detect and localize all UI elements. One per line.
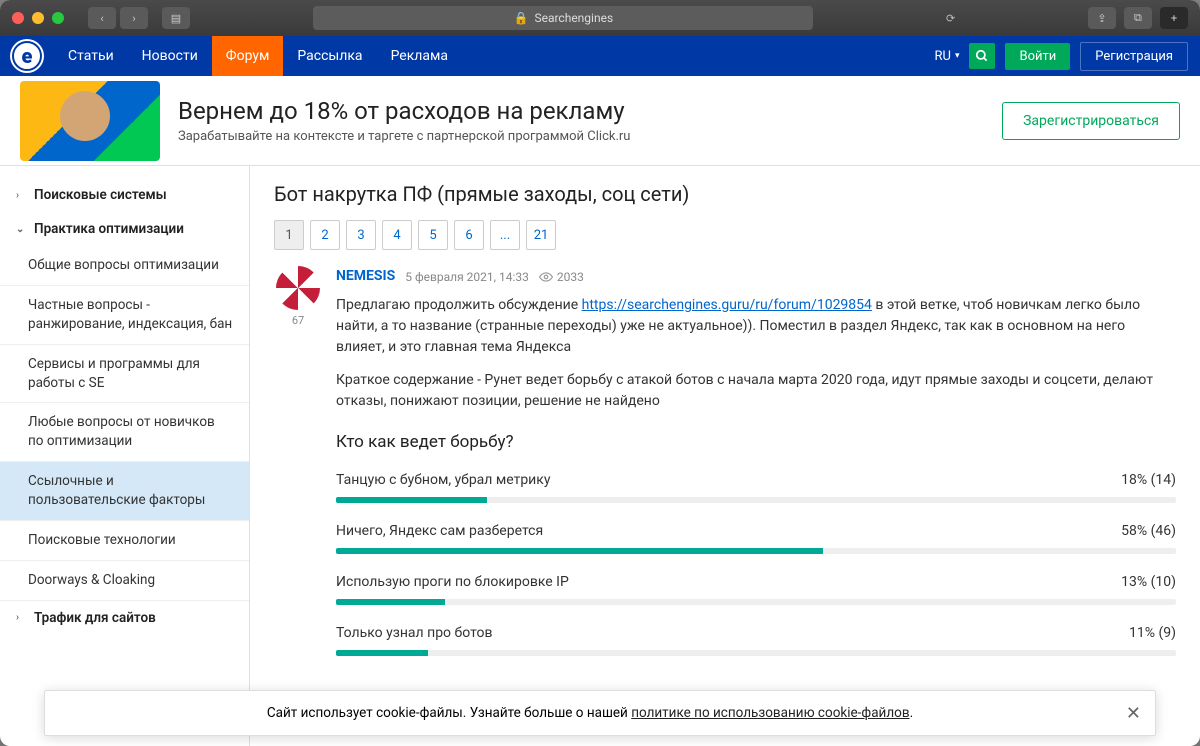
chevron-right-icon: ›	[16, 190, 26, 201]
poll-option-label: Ничего, Яндекс сам разберется	[336, 521, 543, 542]
promo-banner: Вернем до 18% от расходов на рекламу Зар…	[0, 76, 1200, 166]
poll-question: Кто как ведет борьбу?	[336, 430, 1176, 456]
address-text: Searchengines	[534, 11, 613, 25]
poll-option-label: Танцую с бубном, убрал метрику	[336, 470, 550, 491]
main-content: Бот накрутка ПФ (прямые заходы, соц сети…	[250, 166, 1200, 746]
page-2[interactable]: 2	[310, 220, 340, 250]
nav-новости[interactable]: Новости	[128, 36, 212, 76]
cookie-banner: Сайт использует cookie-файлы. Узнайте бо…	[44, 690, 1156, 736]
avatar-score: 67	[292, 314, 304, 327]
post-views: 2033	[539, 268, 584, 286]
nav-статьи[interactable]: Статьи	[54, 36, 128, 76]
sidebar-item[interactable]: Частные вопросы - ранжирование, индексац…	[0, 286, 249, 345]
post-paragraph: Предлагаю продолжить обсуждение https://…	[336, 295, 1176, 358]
maximize-window-icon[interactable]	[52, 12, 64, 24]
browser-titlebar: ‹ › ▤ 🔒 Searchengines ⟳ ⇪ ⧉ +	[0, 0, 1200, 36]
sidebar-item[interactable]: Doorways & Cloaking	[0, 561, 249, 601]
poll-option[interactable]: Танцую с бубном, убрал метрику 18% (14)	[336, 470, 1176, 503]
banner-subtitle: Зарабатывайте на контексте и таргете с п…	[178, 129, 630, 144]
search-button[interactable]	[969, 43, 995, 69]
post-link[interactable]: https://searchengines.guru/ru/forum/1029…	[582, 297, 872, 313]
sidebar-group[interactable]: ›Поисковые системы	[0, 178, 249, 212]
poll-option[interactable]: Использую проги по блокировке IP 13% (10)	[336, 572, 1176, 605]
sidebar-item[interactable]: Поисковые технологии	[0, 521, 249, 561]
banner-cta-button[interactable]: Зарегистрироваться	[1002, 102, 1180, 140]
sidebar-toggle-icon[interactable]: ▤	[162, 7, 190, 29]
tabs-icon[interactable]: ⧉	[1124, 7, 1152, 29]
page-1[interactable]: 1	[274, 220, 304, 250]
sidebar-group[interactable]: ›Трафик для сайтов	[0, 601, 249, 635]
page-21[interactable]: 21	[526, 220, 556, 250]
nav-реклама[interactable]: Реклама	[377, 36, 462, 76]
post-date: 5 февраля 2021, 14:33	[405, 268, 529, 286]
cookie-policy-link[interactable]: политике по использованию cookie-файлов	[631, 705, 909, 721]
sidebar-item[interactable]: Любые вопросы от новичков по оптимизации	[0, 403, 249, 462]
sidebar-item[interactable]: Ссылочные и пользовательские факторы	[0, 462, 249, 521]
chevron-down-icon: ⌄	[16, 224, 26, 235]
poll-option-label: Использую проги по блокировке IP	[336, 572, 569, 593]
thread-title: Бот накрутка ПФ (прямые заходы, соц сети…	[274, 182, 1176, 206]
language-selector[interactable]: RU ▾	[934, 49, 959, 64]
sidebar-item[interactable]: Общие вопросы оптимизации	[0, 246, 249, 286]
chevron-right-icon: ›	[16, 612, 26, 623]
back-button[interactable]: ‹	[88, 7, 116, 29]
poll-bar	[336, 599, 1176, 605]
poll-option[interactable]: Ничего, Яндекс сам разберется 58% (46)	[336, 521, 1176, 554]
login-button[interactable]: Войти	[1005, 43, 1070, 70]
banner-image	[20, 81, 160, 161]
page-6[interactable]: 6	[454, 220, 484, 250]
minimize-window-icon[interactable]	[32, 12, 44, 24]
window-controls	[12, 12, 64, 24]
close-window-icon[interactable]	[12, 12, 24, 24]
close-icon[interactable]: ✕	[1126, 703, 1141, 724]
banner-title: Вернем до 18% от расходов на рекламу	[178, 97, 630, 125]
nav-рассылка[interactable]: Рассылка	[283, 36, 376, 76]
address-bar[interactable]: 🔒 Searchengines	[313, 6, 813, 30]
forward-button[interactable]: ›	[120, 7, 148, 29]
nav-форум[interactable]: Форум	[212, 36, 284, 76]
poll-option-value: 11% (9)	[1129, 623, 1176, 644]
lock-icon: 🔒	[514, 11, 529, 25]
poll-option-value: 18% (14)	[1121, 470, 1176, 491]
site-logo[interactable]: e	[12, 41, 42, 71]
chevron-down-icon: ▾	[955, 51, 960, 61]
register-button[interactable]: Регистрация	[1080, 42, 1188, 71]
page-4[interactable]: 4	[382, 220, 412, 250]
sidebar-item[interactable]: Сервисы и программы для работы с SE	[0, 345, 249, 404]
site-header: e СтатьиНовостиФорумРассылкаРеклама RU ▾…	[0, 36, 1200, 76]
poll-bar	[336, 497, 1176, 503]
poll-option-label: Только узнал про ботов	[336, 623, 493, 644]
sidebar: ›Поисковые системы⌄Практика оптимизацииО…	[0, 166, 250, 746]
poll-bar	[336, 548, 1176, 554]
forum-post: 67 NEMESIS 5 февраля 2021, 14:33 2033 Пр…	[274, 266, 1176, 674]
share-icon[interactable]: ⇪	[1088, 7, 1116, 29]
page-5[interactable]: 5	[418, 220, 448, 250]
poll-option-value: 58% (46)	[1121, 521, 1176, 542]
post-paragraph: Краткое содержание - Рунет ведет борьбу …	[336, 370, 1176, 412]
page-...[interactable]: ...	[490, 220, 520, 250]
new-tab-icon[interactable]: +	[1160, 7, 1188, 29]
poll-option[interactable]: Только узнал про ботов 11% (9)	[336, 623, 1176, 656]
sidebar-group[interactable]: ⌄Практика оптимизации	[0, 212, 249, 246]
post-author[interactable]: NEMESIS	[336, 266, 395, 287]
avatar[interactable]	[276, 266, 320, 310]
page-3[interactable]: 3	[346, 220, 376, 250]
eye-icon	[539, 272, 553, 282]
search-icon	[975, 49, 989, 63]
poll-option-value: 13% (10)	[1121, 572, 1176, 593]
reload-icon[interactable]: ⟳	[937, 7, 965, 29]
pagination: 123456...21	[274, 220, 1176, 250]
poll-bar	[336, 650, 1176, 656]
